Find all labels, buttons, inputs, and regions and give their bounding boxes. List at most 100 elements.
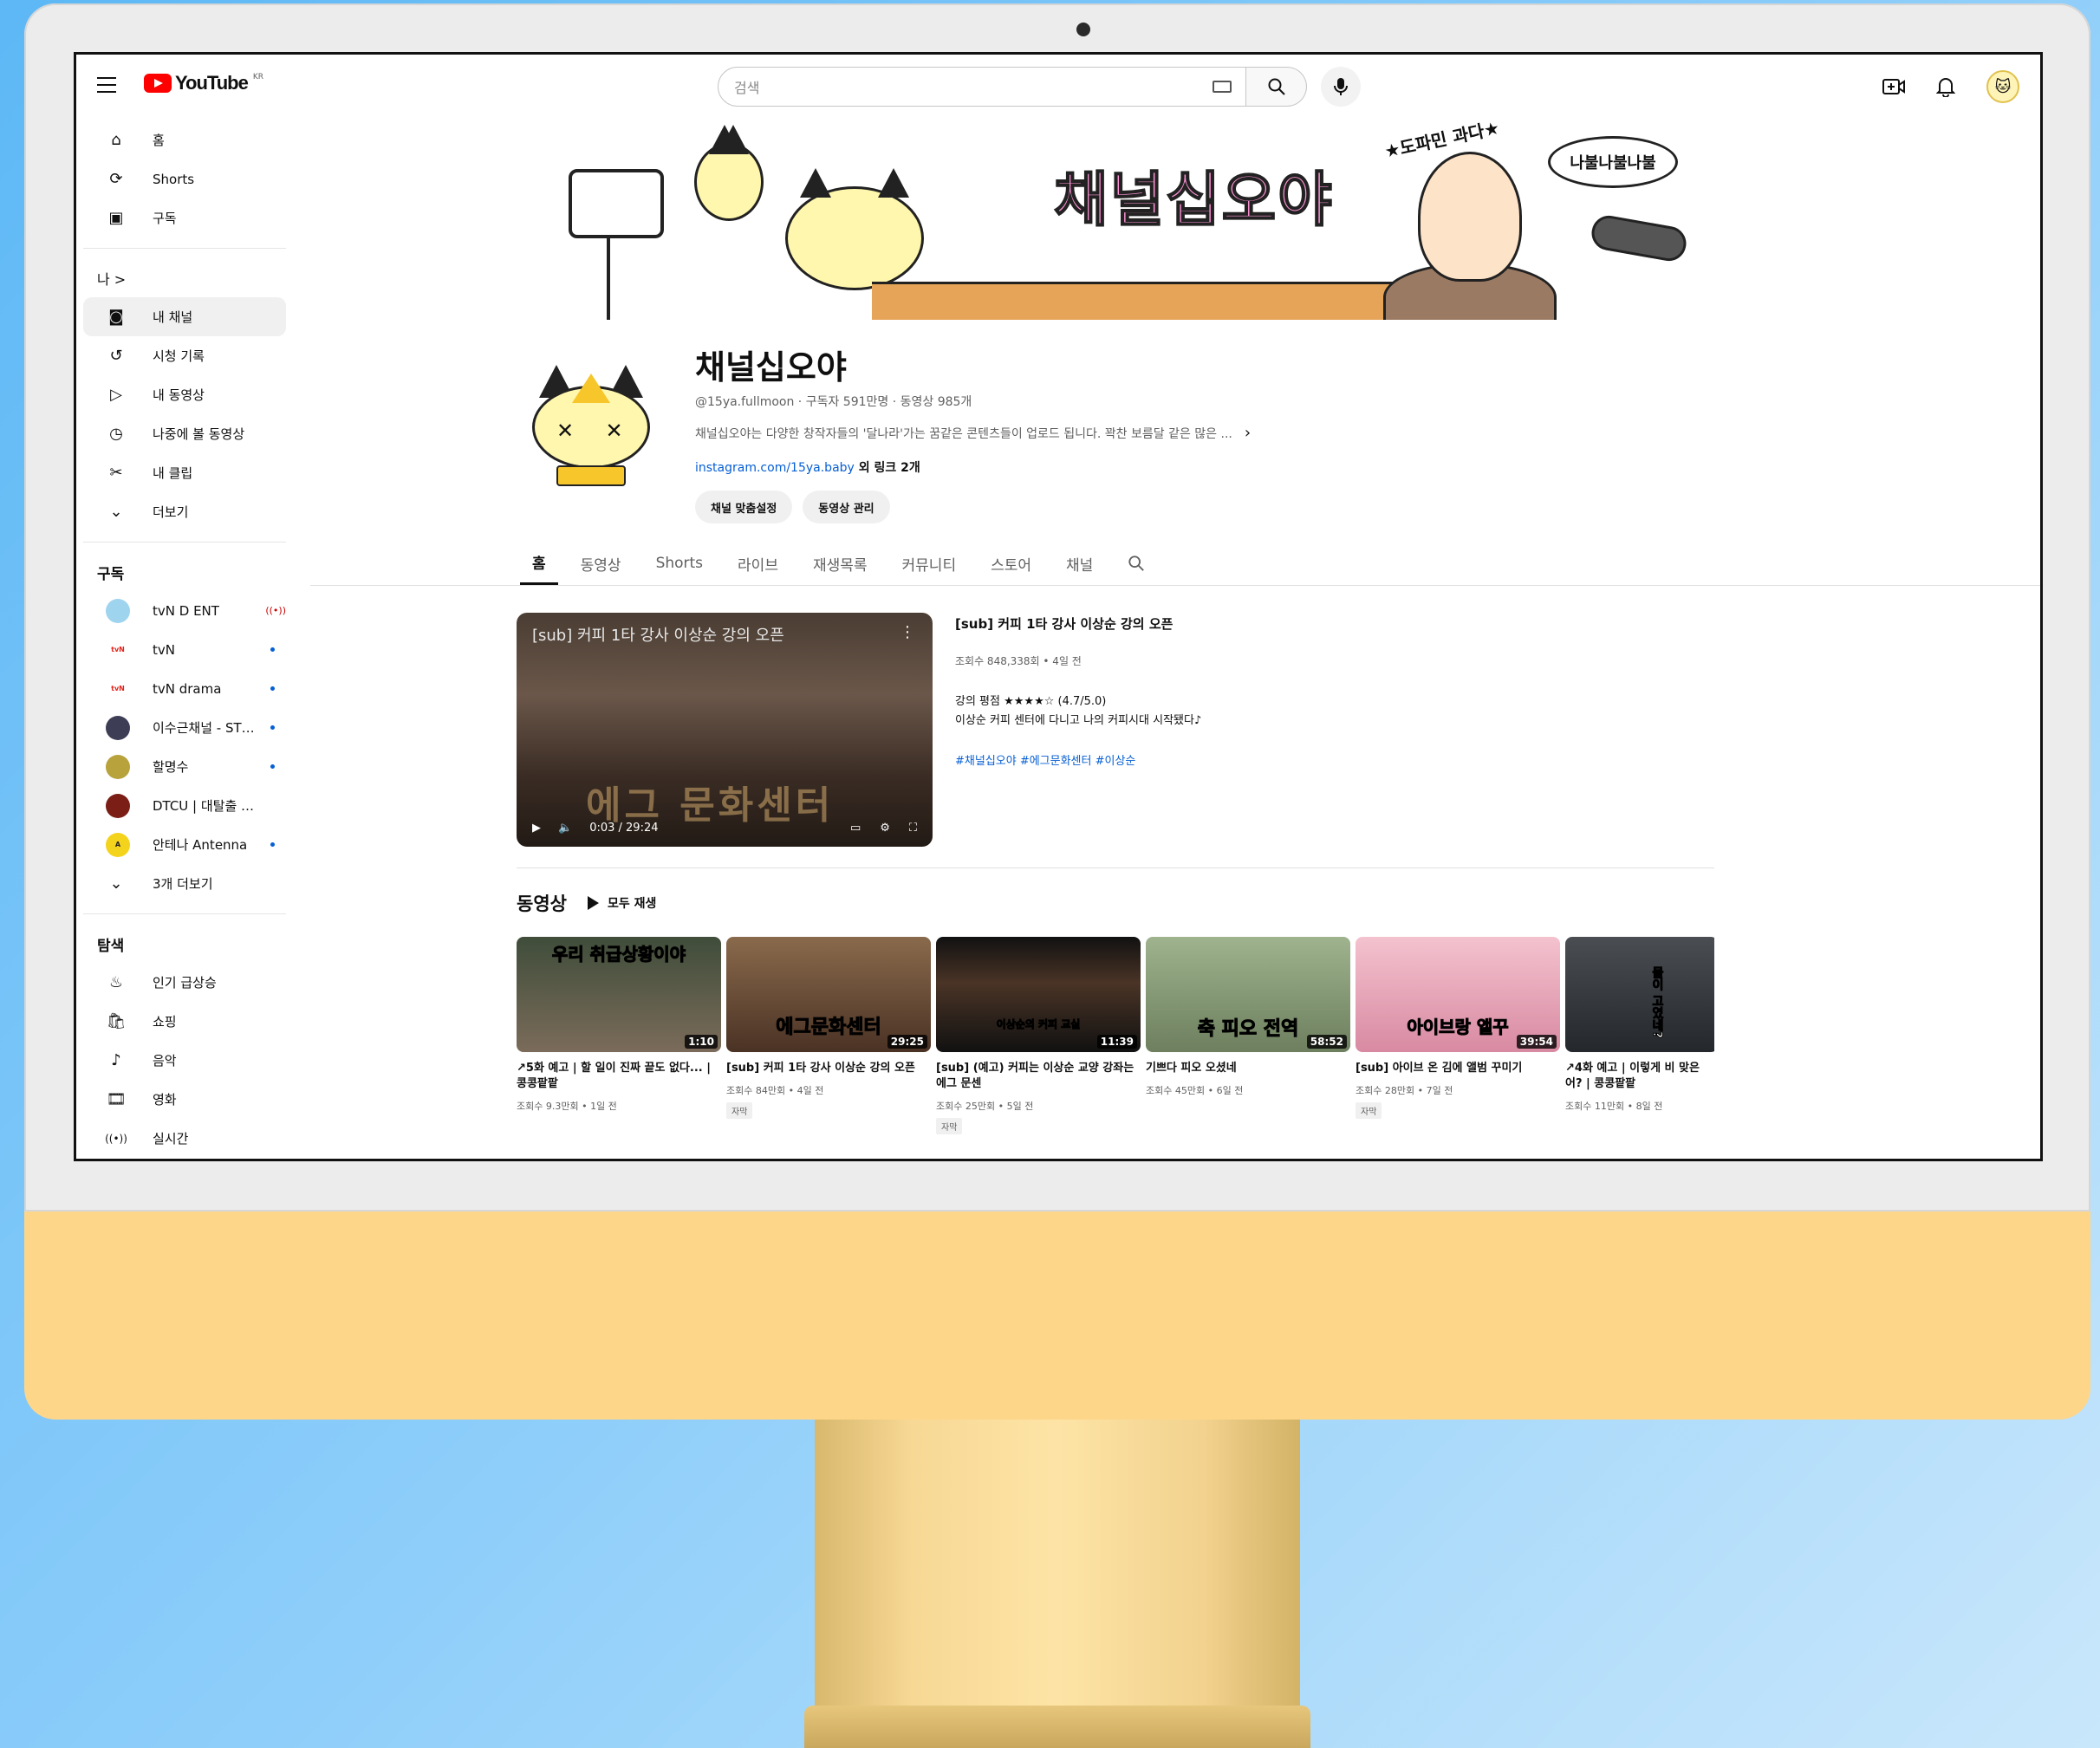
search-button[interactable]: [1246, 67, 1307, 107]
featured-desc-line: 이상순 커피 센터에 다니고 나의 커피시대 시작됐다♪: [955, 714, 1202, 727]
account-avatar[interactable]: 🐱: [1986, 70, 2019, 103]
channel-tabs: 홈 동영상 Shorts 라이브 재생목록 커뮤니티 스토어 채널: [520, 542, 1167, 585]
video-card[interactable]: 축 피오 전역 58:52 기쁘다 피오 오셨네 조회수 45만회 • 6일 전: [1146, 937, 1350, 1159]
video-title[interactable]: 기쁘다 피오 오셨네: [1146, 1061, 1350, 1076]
sidebar-item-history[interactable]: ↺ 시청 기록: [83, 336, 286, 375]
video-title[interactable]: [sub] (예고) 커피는 이상순 교양 강좌는 에그 문센: [936, 1061, 1141, 1092]
sidebar-item-label: 실시간: [153, 1131, 189, 1147]
sidebar-item-trending[interactable]: ♨ 인기 급상승: [83, 963, 286, 1002]
play-all-button[interactable]: 모두 재생: [588, 894, 656, 912]
captions-icon[interactable]: ▭: [850, 822, 861, 835]
voice-search-button[interactable]: [1321, 67, 1361, 107]
sidebar-sub-item[interactable]: 이수근채널 - STUDIO: [83, 708, 286, 747]
video-card[interactable]: 우리 취급상황이야 1:10 ↗5화 예고 | 할 일이 진짜 끝도 없다...…: [517, 937, 721, 1159]
rabbit-illustration: [694, 125, 764, 221]
tab-store[interactable]: 스토어: [978, 542, 1043, 585]
video-card[interactable]: 에그문화센터 29:25 [sub] 커피 1타 강사 이상순 강의 오픈 조회…: [726, 937, 931, 1159]
featured-video-title[interactable]: [sub] 커피 1타 강사 이상순 강의 오픈: [955, 614, 1406, 633]
video-title[interactable]: [sub] 아이브 온 김에 앨범 꾸미기: [1356, 1061, 1560, 1076]
history-icon: ↺: [109, 347, 123, 365]
sidebar-item-label: 내 채널: [153, 309, 193, 325]
video-thumbnail[interactable]: 축 피오 전역 58:52: [1146, 937, 1350, 1052]
video-title[interactable]: [sub] 커피 1타 강사 이상순 강의 오픈: [726, 1061, 931, 1076]
sidebar-item-clips[interactable]: ✂ 내 클립: [83, 453, 286, 492]
video-thumbnail[interactable]: 이상순의 커피 교실 11:39: [936, 937, 1141, 1052]
video-card[interactable]: 아이브랑 앨꾸 39:54 [sub] 아이브 온 김에 앨범 꾸미기 조회수 …: [1356, 937, 1560, 1159]
sidebar-item-my-videos[interactable]: ▷ 내 동영상: [83, 375, 286, 414]
manage-videos-button[interactable]: 동영상 관리: [803, 491, 890, 523]
sidebar-item-live[interactable]: ((•)) 실시간: [83, 1119, 286, 1158]
video-card[interactable]: 물이 고였네? ↗4화 예고 | 이렇게 비 맞은 어? | 콩콩팥팥 조회수 …: [1565, 937, 1714, 1159]
featured-video-player[interactable]: [sub] 커피 1타 강사 이상순 강의 오픈 ⋮ 에그 문화센터 ▶ 🔈 0…: [517, 613, 933, 847]
channel-description[interactable]: 채널십오야는 다양한 창작자들의 '달나라'가는 꿈같은 콘텐츠들이 업로드 됩…: [695, 424, 1251, 442]
sidebar-item-music[interactable]: ♪ 음악: [83, 1041, 286, 1080]
volume-icon[interactable]: 🔈: [558, 822, 572, 835]
search-bar: 검색: [718, 67, 1361, 107]
sidebar-divider: [83, 248, 286, 249]
play-icon[interactable]: ▶: [532, 822, 541, 835]
tab-search[interactable]: [1115, 542, 1157, 585]
video-thumbnail[interactable]: 우리 취급상황이야 1:10: [517, 937, 721, 1052]
video-meta: 조회수 25만회 • 5일 전: [936, 1101, 1034, 1112]
sidebar-sub-item[interactable]: A 안테나 Antenna: [83, 825, 286, 864]
video-meta: 조회수 45만회 • 6일 전: [1146, 1085, 1244, 1096]
sidebar-explore-heading: 탐색: [97, 937, 125, 955]
sidebar-item-more[interactable]: ⌄ 더보기: [83, 492, 286, 531]
tab-live[interactable]: 라이브: [725, 542, 790, 585]
sidebar-item-home[interactable]: ⌂ 홈: [83, 120, 286, 159]
sidebar-item-label: 영화: [153, 1092, 177, 1108]
sidebar-sub-item[interactable]: tvN tvN drama: [83, 669, 286, 708]
sidebar-sub-item[interactable]: 할명수: [83, 747, 286, 786]
keyboard-icon[interactable]: [1213, 81, 1232, 93]
movie-icon: 🎞: [106, 1090, 127, 1108]
create-icon[interactable]: [1882, 77, 1905, 96]
sub-name: DTCU | 대탈출 유니버스: [153, 798, 263, 814]
channel-description-text: 채널십오야는 다양한 창작자들의 '달나라'가는 꿈같은 콘텐츠들이 업로드 됩…: [695, 426, 1232, 441]
video-thumbnail[interactable]: 에그문화센터 29:25: [726, 937, 931, 1052]
sidebar-item-watch-later[interactable]: ◷ 나중에 볼 동영상: [83, 414, 286, 453]
channel-links: instagram.com/15ya.baby 외 링크 2개: [695, 458, 920, 476]
sidebar-sub-item[interactable]: tvN tvN: [83, 630, 286, 669]
sidebar-item-my-channel[interactable]: ◙ 내 채널: [83, 297, 286, 336]
imac-chin: [24, 1212, 2090, 1420]
tab-community[interactable]: 커뮤니티: [890, 542, 969, 585]
video-title[interactable]: ↗5화 예고 | 할 일이 진짜 끝도 없다... | 콩콩팥팥: [517, 1061, 721, 1092]
bell-icon[interactable]: [1936, 76, 1955, 97]
video-title[interactable]: ↗4화 예고 | 이렇게 비 맞은 어? | 콩콩팥팥: [1565, 1061, 1714, 1092]
channel-buttons: 채널 맞춤설정 동영상 관리: [695, 491, 890, 523]
featured-video-meta: 조회수 848,338회 • 4일 전: [955, 655, 1082, 667]
youtube-logo[interactable]: YouTube KR: [144, 72, 263, 94]
sidebar-subs-more[interactable]: ⌄ 3개 더보기: [83, 864, 286, 903]
video-meta: 조회수 28만회 • 7일 전: [1356, 1085, 1453, 1096]
shorts-icon: ⟳: [109, 170, 123, 188]
video-thumbnail[interactable]: 아이브랑 앨꾸 39:54: [1356, 937, 1560, 1052]
fullscreen-icon[interactable]: ⛶: [909, 822, 917, 835]
sidebar-item-movies[interactable]: 🎞 영화: [83, 1080, 286, 1119]
sidebar-you-heading[interactable]: 나 >: [76, 259, 293, 297]
sidebar-item-subscriptions[interactable]: ▣ 구독: [83, 198, 286, 237]
more-vert-icon[interactable]: ⋮: [900, 623, 915, 641]
watch-later-icon: ◷: [109, 425, 123, 443]
sidebar-item-shopping[interactable]: 🛍 쇼핑: [83, 1002, 286, 1041]
menu-icon[interactable]: [97, 77, 116, 93]
channel-links-more[interactable]: 외 링크 2개: [855, 461, 920, 475]
settings-icon[interactable]: ⚙: [880, 822, 890, 835]
video-duration: 39:54: [1516, 1035, 1557, 1049]
sidebar-item-label: 홈: [153, 133, 165, 148]
sidebar-sub-item[interactable]: tvN D ENT ((•)): [83, 591, 286, 630]
new-content-dot: [270, 647, 275, 652]
tab-channel[interactable]: 채널: [1054, 542, 1105, 585]
tab-home[interactable]: 홈: [520, 542, 558, 585]
sidebar-sub-item[interactable]: DTCU | 대탈출 유니버스: [83, 786, 286, 825]
customize-channel-button[interactable]: 채널 맞춤설정: [695, 491, 793, 523]
sub-name: tvN D ENT: [153, 602, 219, 619]
tab-shorts[interactable]: Shorts: [644, 542, 715, 585]
channel-link[interactable]: instagram.com/15ya.baby: [695, 461, 855, 475]
tab-videos[interactable]: 동영상: [569, 542, 634, 585]
featured-video-hashtags[interactable]: #채널십오야 #에그문화센터 #이상순: [955, 751, 1406, 768]
video-thumbnail[interactable]: 물이 고였네?: [1565, 937, 1714, 1052]
sidebar-item-shorts[interactable]: ⟳ Shorts: [83, 159, 286, 198]
tab-playlists[interactable]: 재생목록: [801, 542, 880, 585]
video-card[interactable]: 이상순의 커피 교실 11:39 [sub] (예고) 커피는 이상순 교양 강…: [936, 937, 1141, 1159]
search-input[interactable]: 검색: [718, 67, 1246, 107]
